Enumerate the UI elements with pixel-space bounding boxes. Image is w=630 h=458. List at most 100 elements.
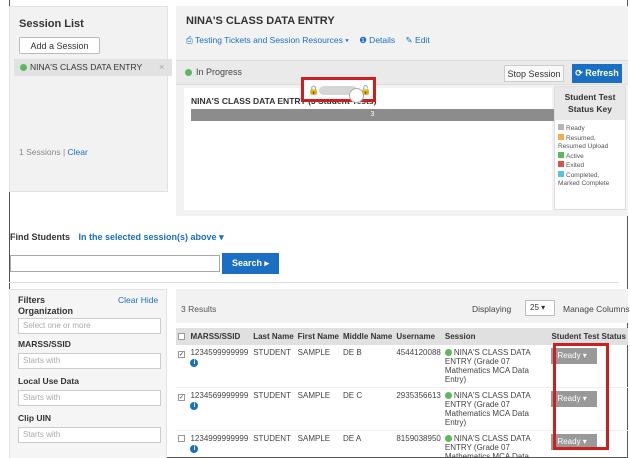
session-cell: NINA'S CLASS DATA ENTRY (Grade 07 Mathem… xyxy=(444,348,531,384)
session-title: NINA'S CLASS DATA ENTRY xyxy=(186,15,335,27)
column-header[interactable]: Session xyxy=(442,328,550,345)
session-detail-panel: NINA'S CLASS DATA ENTRY ⎙ Testing Ticket… xyxy=(176,6,628,216)
swatch-icon xyxy=(558,170,564,177)
info-icon[interactable]: i xyxy=(190,359,199,367)
select-all-header[interactable] xyxy=(176,328,189,345)
lock-toggle-highlight: 🔒 🔓 xyxy=(301,77,376,103)
session-cell: NINA'S CLASS DATA ENTRY (Grade 07 Mathem… xyxy=(444,391,531,427)
marss-cell: 1234599999999 xyxy=(190,348,249,357)
add-session-button[interactable]: Add a Session xyxy=(19,37,100,54)
session-tests-card: NINA'S CLASS DATA ENTRY (3 Student Tests… xyxy=(184,88,554,210)
key-item-exited: Exited xyxy=(558,161,622,171)
key-label: Resumed, Resumed Upload xyxy=(558,134,609,151)
lock-toggle[interactable] xyxy=(319,86,364,103)
username-cell: 2935356613 xyxy=(394,387,443,431)
stop-session-button[interactable]: Stop Session xyxy=(504,65,564,82)
find-students-row: Find Students In the selected session(s)… xyxy=(10,232,224,243)
session-count: 1 Sessions | Clear xyxy=(19,147,88,157)
clear-sessions-link[interactable]: Clear xyxy=(68,147,88,157)
status-key-title-line2: Status Key xyxy=(568,104,612,114)
filters-panel: Filters Organization Clear Hide Select o… xyxy=(9,289,167,458)
refresh-button[interactable]: ⟳ Refresh xyxy=(572,64,622,83)
session-status: In Progress xyxy=(185,67,242,77)
key-item-resumed: Resumed, Resumed Upload xyxy=(558,133,622,152)
session-cell: NINA'S CLASS DATA ENTRY (Grade 07 Mathem… xyxy=(444,434,531,458)
last-name-cell: STUDENT xyxy=(251,387,296,431)
testing-tickets-link[interactable]: ⎙ Testing Tickets and Session Resources … xyxy=(186,35,349,45)
marss-cell: 1234999999999 xyxy=(190,434,249,443)
first-name-cell: SAMPLE xyxy=(295,387,342,431)
info-icon[interactable]: i xyxy=(190,445,199,453)
session-links: ⎙ Testing Tickets and Session Resources … xyxy=(186,35,438,46)
results-count: 3 Results xyxy=(181,304,217,314)
marss-filter-input[interactable]: Starts with xyxy=(18,353,161,369)
clip-uin-filter-input[interactable]: Starts with xyxy=(18,427,161,443)
divider xyxy=(9,282,619,283)
lock-open-icon: 🔓 xyxy=(360,85,372,95)
session-item-label: NINA'S CLASS DATA ENTRY xyxy=(30,62,143,72)
organization-label: Organization xyxy=(18,306,74,316)
status-dot-icon xyxy=(185,69,192,76)
manage-columns-dropdown[interactable]: Manage Columns▾ xyxy=(563,304,630,315)
username-cell: 4544120088 xyxy=(394,345,443,388)
marss-filter-label: MARSS/SSID xyxy=(18,339,71,349)
lock-closed-icon: 🔒 xyxy=(308,85,320,95)
organization-select[interactable]: Select one or more xyxy=(18,318,161,334)
status-dot-icon xyxy=(444,349,452,356)
status-dot-icon xyxy=(20,64,27,71)
middle-name-cell: DE A xyxy=(341,430,395,458)
key-item-completed: Completed, Marked Complete xyxy=(558,170,622,189)
marss-cell: 1234569999999 xyxy=(190,391,249,400)
results-header: 3 Results Displaying 25 ▾ Manage Columns… xyxy=(176,289,630,323)
session-status-label: In Progress xyxy=(196,67,243,77)
middle-name-cell: DE C xyxy=(341,387,395,431)
middle-name-cell: DE B xyxy=(341,345,395,388)
session-list-panel: Session List Add a Session NINA'S CLASS … xyxy=(9,6,172,192)
edit-link[interactable]: ✎ Edit xyxy=(406,35,430,45)
key-label: Exited xyxy=(566,162,585,169)
session-list-item[interactable]: NINA'S CLASS DATA ENTRY × xyxy=(14,59,172,76)
search-button[interactable]: Search ▸ xyxy=(222,253,279,274)
session-count-text: 1 Sessions | xyxy=(19,147,66,157)
row-checkbox[interactable]: ✓ xyxy=(178,394,185,401)
displaying-label: Displaying xyxy=(472,304,512,314)
column-header[interactable]: Last Name xyxy=(251,328,296,345)
key-label: Completed, Marked Complete xyxy=(558,171,610,188)
status-key-title: Student Test Status Key xyxy=(555,87,625,120)
close-icon[interactable]: × xyxy=(159,59,164,76)
swatch-icon xyxy=(558,133,564,140)
test-status-highlight xyxy=(553,343,609,450)
first-name-cell: SAMPLE xyxy=(295,430,342,458)
details-link[interactable]: ❶ Details xyxy=(359,35,395,45)
row-checkbox[interactable] xyxy=(178,435,185,442)
status-key-list: Ready Resumed, Resumed Upload Active Exi… xyxy=(555,120,625,193)
session-status-bar: In Progress Stop Session ⟳ Refresh xyxy=(176,60,628,85)
key-label: Ready xyxy=(566,125,585,132)
info-icon[interactable]: i xyxy=(190,402,199,410)
status-key: Student Test Status Key Ready Resumed, R… xyxy=(554,86,626,210)
hide-filters-link[interactable]: Hide xyxy=(141,295,158,305)
tests-progress-bar: 3 xyxy=(191,109,554,121)
local-use-filter-label: Local Use Data xyxy=(18,376,79,386)
search-scope-dropdown[interactable]: In the selected session(s) above ▾ xyxy=(79,232,224,242)
row-checkbox[interactable]: ✓ xyxy=(178,351,185,358)
per-page-select[interactable]: 25 ▾ xyxy=(525,300,555,316)
session-list-title: Session List xyxy=(19,18,84,30)
column-header[interactable]: Middle Name xyxy=(341,328,395,345)
key-label: Active xyxy=(566,152,584,160)
local-use-filter-input[interactable]: Starts with xyxy=(18,390,161,406)
last-name-cell: STUDENT xyxy=(251,345,296,388)
find-students-label: Find Students xyxy=(10,232,70,242)
last-name-cell: STUDENT xyxy=(251,430,296,458)
column-header[interactable]: MARSS/SSID xyxy=(188,328,252,345)
filter-links: Clear Hide xyxy=(118,295,158,305)
filters-label: Filters xyxy=(18,295,46,305)
clear-filters-link[interactable]: Clear xyxy=(118,295,138,305)
status-dot-icon xyxy=(444,392,452,399)
column-header[interactable]: First Name xyxy=(295,328,342,345)
swatch-icon xyxy=(558,161,564,167)
status-key-title-line1: Student Test xyxy=(564,92,616,102)
column-header[interactable]: Username xyxy=(394,328,443,345)
search-input[interactable] xyxy=(10,255,220,272)
select-all-checkbox[interactable] xyxy=(178,333,185,340)
